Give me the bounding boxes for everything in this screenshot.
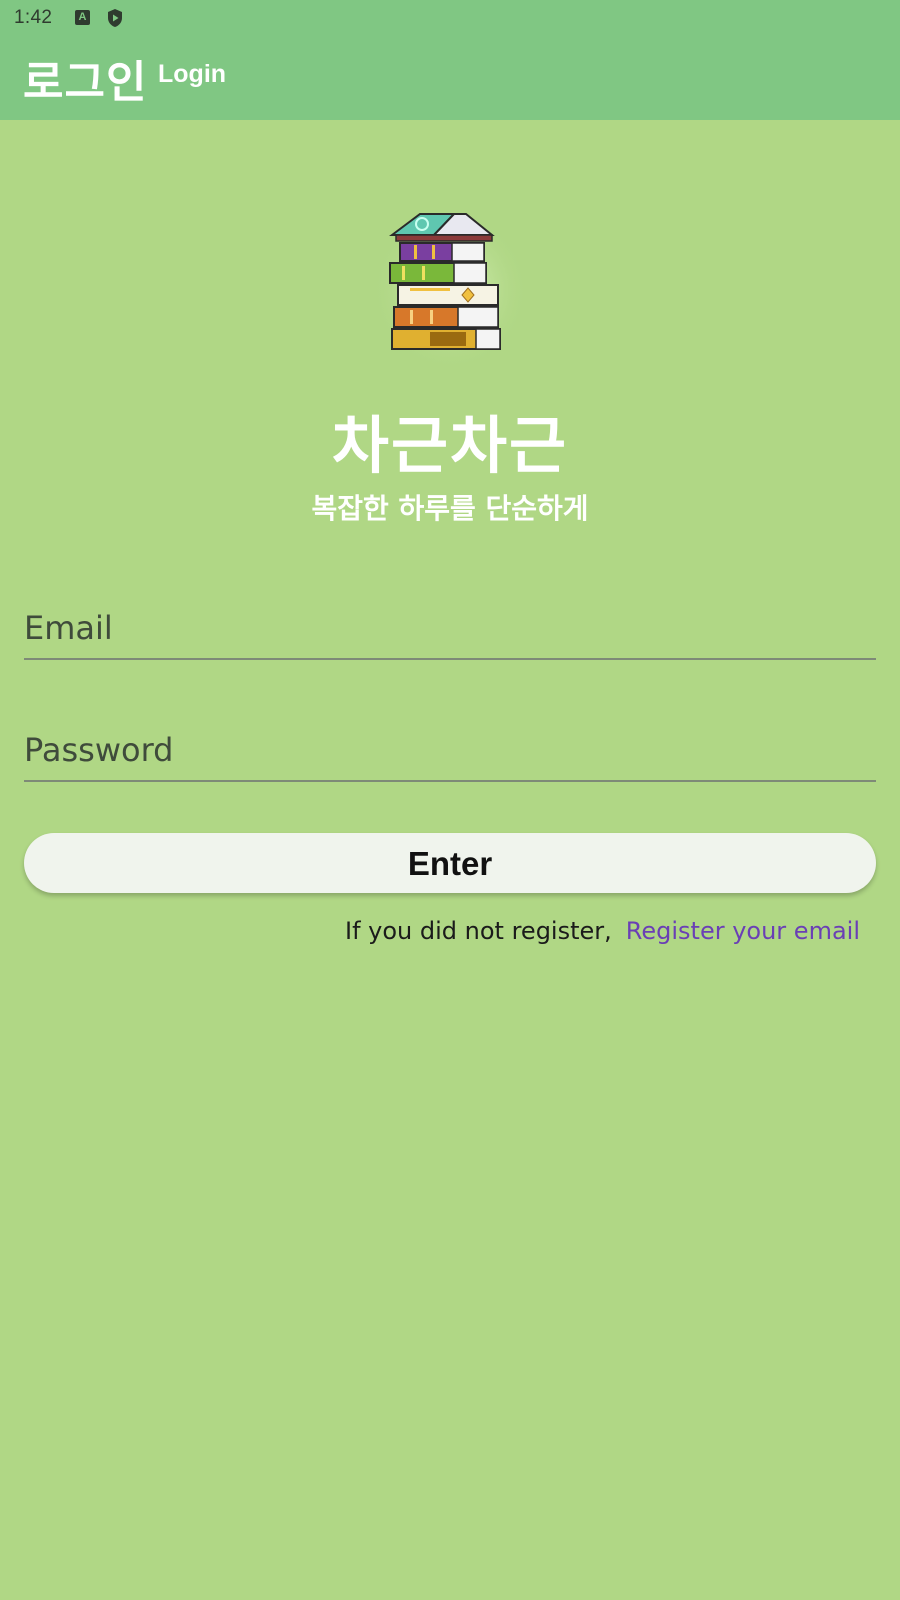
brand-subtitle: 복잡한 하루를 단순하게	[311, 492, 589, 525]
email-field-container	[24, 598, 876, 660]
enter-button[interactable]: Enter	[24, 833, 876, 893]
register-email-link[interactable]: Register your email	[626, 917, 860, 945]
password-field-container	[24, 720, 876, 782]
status-bar: 1:42 A	[0, 0, 900, 36]
shield-icon	[108, 9, 122, 27]
status-time: 1:42	[14, 7, 53, 28]
a-icon: A	[75, 10, 90, 25]
app-bar: 로그인 Login	[0, 36, 900, 120]
password-field[interactable]	[24, 720, 876, 780]
email-field[interactable]	[24, 598, 876, 658]
brand-title: 차근차근	[331, 409, 569, 482]
register-line: If you did not register, Register your em…	[0, 917, 860, 945]
register-prompt: If you did not register,	[345, 917, 612, 945]
book-stack-icon	[372, 210, 528, 370]
app-title-kr: 로그인	[23, 57, 148, 108]
app-title-en: Login	[158, 60, 227, 88]
